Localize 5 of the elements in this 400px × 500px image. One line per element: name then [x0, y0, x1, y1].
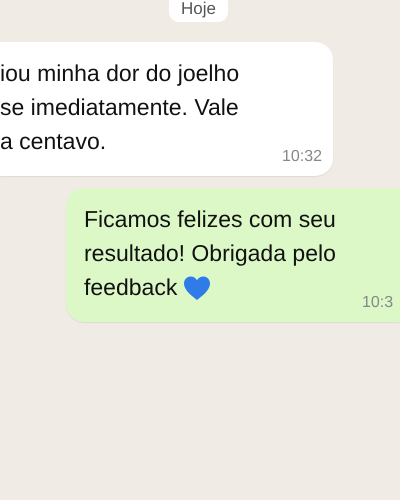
message-time: 10:32 — [282, 148, 322, 166]
message-time: 10:3 — [362, 294, 394, 312]
message-text: Ficamos felizes com seu resultado! Obrigada pelo feedback — [84, 205, 336, 303]
date-chip: Hoje — [169, 0, 228, 22]
message-text: iou minha dor do joelho se imediatamente. Vale a centavo. — [0, 59, 240, 156]
